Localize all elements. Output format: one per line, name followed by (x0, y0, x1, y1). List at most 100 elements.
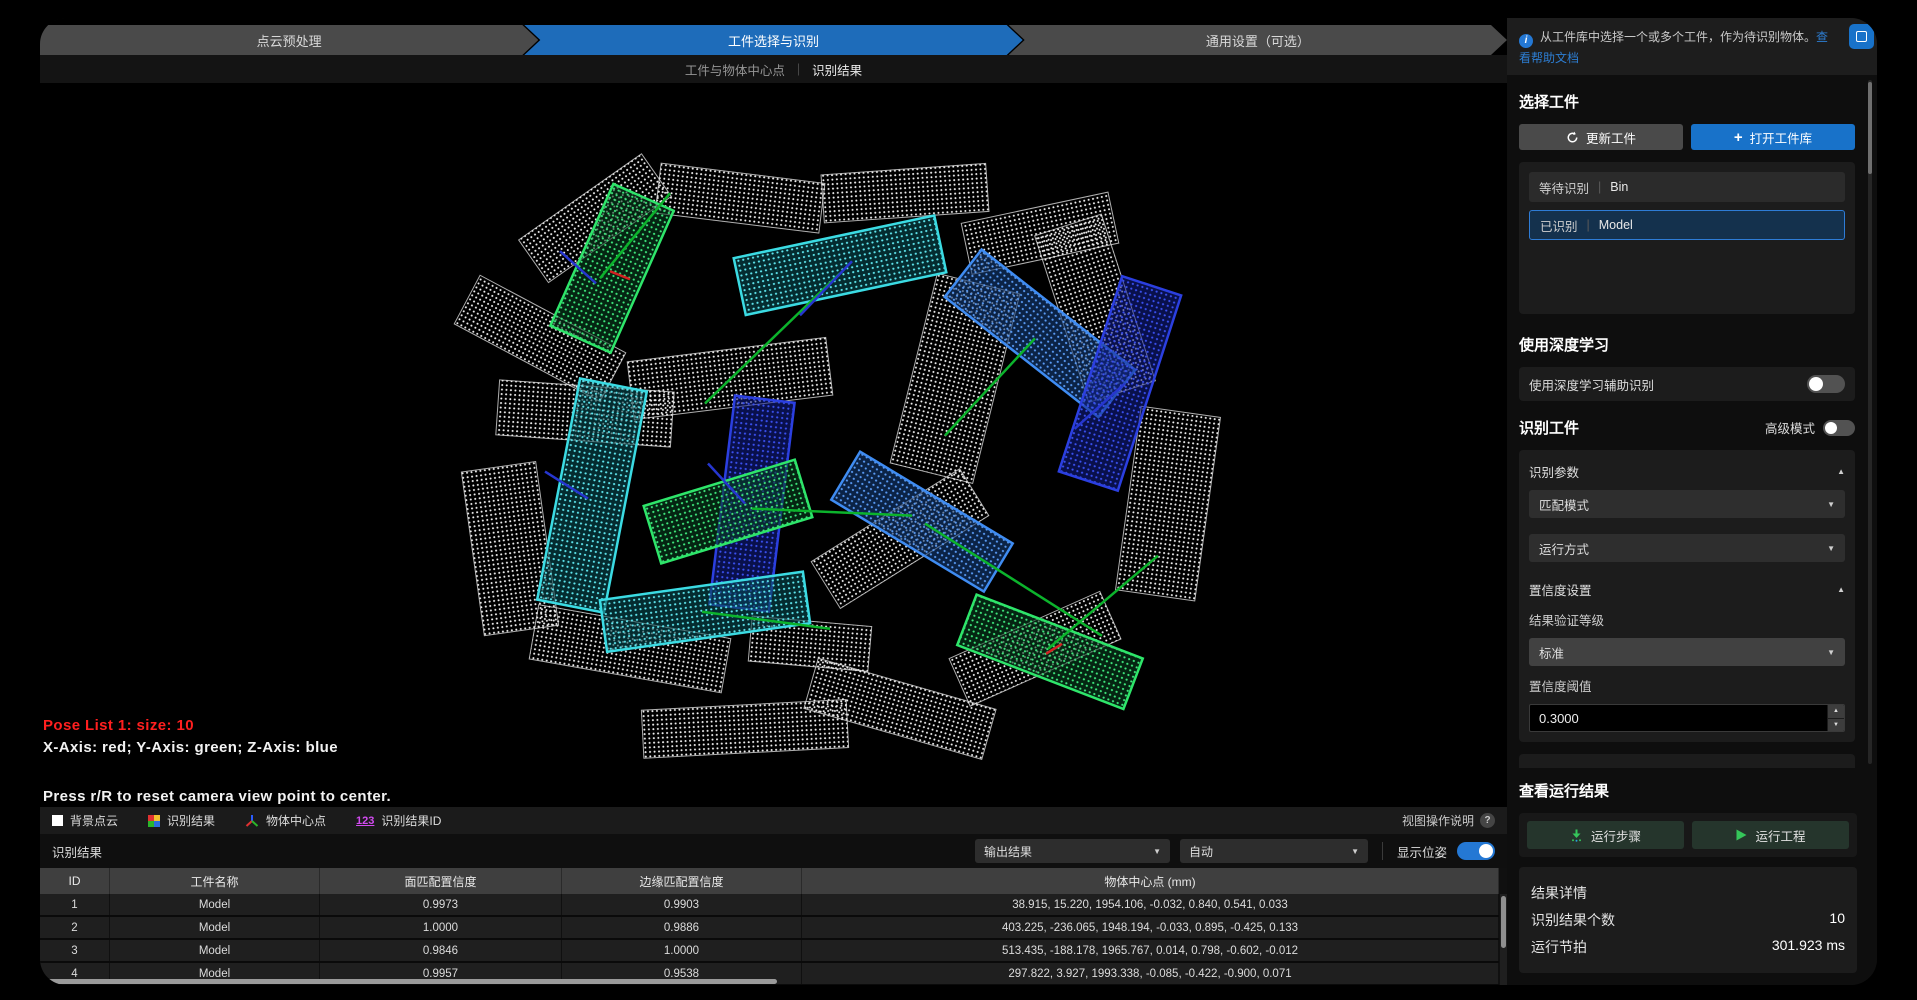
results-table-head: ID工件名称面匹配置信度边缘匹配置信度物体中心点 (mm) (40, 868, 1499, 894)
open-workpiece-library-button[interactable]: + 打开工件库 (1691, 124, 1855, 150)
confidence-threshold-spinbox[interactable]: 0.3000 ▲ ▼ (1529, 704, 1845, 732)
run-step-button[interactable]: 运行步骤 (1527, 821, 1684, 849)
item-divider: | (1598, 180, 1601, 194)
table-row[interactable]: 3Model0.98461.0000513.435, -188.178, 196… (40, 940, 1499, 963)
table-header-cell: 边缘匹配置信度 (562, 868, 802, 894)
select-workpiece-header: 选择工件 (1519, 91, 1855, 112)
recognition-params-group[interactable]: 识别参数 ▲ (1529, 460, 1845, 482)
button-label: 更新工件 (1586, 128, 1636, 147)
spin-down-button[interactable]: ▼ (1828, 719, 1844, 732)
reset-hint-text: Press r/R to reset camera view point to … (43, 788, 391, 805)
run-step-icon (1570, 829, 1583, 842)
doc-corner-button[interactable] (1849, 24, 1874, 49)
table-cell: 513.435, -188.178, 1965.767, 0.014, 0.79… (802, 940, 1499, 961)
axis-info-text: X-Axis: red; Y-Axis: green; Z-Axis: blue (43, 739, 391, 756)
workpiece-item-model[interactable]: 已识别 | Model (1529, 210, 1845, 240)
table-cell: Model (110, 894, 320, 915)
table-cell: 38.915, 15.220, 1954.106, -0.032, 0.840,… (802, 894, 1499, 915)
deep-learning-toggle[interactable] (1807, 375, 1845, 393)
sidebar-scrollbar[interactable] (1868, 80, 1872, 764)
table-cell: 0.9903 (562, 894, 802, 915)
refresh-icon (1566, 131, 1579, 144)
chevron-down-icon: ▼ (1827, 500, 1835, 509)
legend-label: 背景点云 (70, 812, 118, 829)
table-cell: 297.822, 3.927, 1993.338, -0.085, -0.422… (802, 963, 1499, 984)
result-count-label: 识别结果个数 (1531, 910, 1615, 930)
table-cell: 1.0000 (320, 917, 562, 938)
table-row[interactable]: 1Model0.99730.990338.915, 15.220, 1954.1… (40, 894, 1499, 917)
item-name: Model (1599, 218, 1633, 232)
subtab-recognition-result[interactable]: 识别结果 (812, 60, 862, 79)
show-pose-label: 显示位姿 (1397, 842, 1447, 861)
wizard-tabbar: 点云预处理 工件选择与识别 通用设置（可选） (40, 25, 1507, 55)
table-cell: 1.0000 (562, 940, 802, 961)
button-label: 打开工件库 (1750, 128, 1813, 147)
legend-label: 物体中心点 (266, 812, 326, 829)
run-project-button[interactable]: 运行工程 (1692, 821, 1849, 849)
multicolor-square-icon (148, 815, 160, 827)
play-icon (1735, 829, 1747, 841)
legend-background-cloud[interactable]: 背景点云 (52, 812, 118, 829)
legend-object-center[interactable]: 物体中心点 (245, 812, 326, 829)
button-label: 运行步骤 (1591, 826, 1641, 845)
table-cell: 2 (40, 917, 110, 938)
results-table: ID工件名称面匹配置信度边缘匹配置信度物体中心点 (mm) 1Model0.99… (40, 868, 1507, 985)
match-mode-dropdown[interactable]: 匹配模式 ▼ (1529, 490, 1845, 518)
table-vertical-scrollbar[interactable] (1500, 894, 1507, 985)
question-mark-icon[interactable]: ? (1480, 813, 1495, 828)
legend-recognition-result[interactable]: 识别结果 (148, 812, 215, 829)
table-row[interactable]: 2Model1.00000.9886403.225, -236.065, 194… (40, 917, 1499, 940)
view-help-control[interactable]: 视图操作说明 ? (1402, 812, 1495, 829)
sidebar-scroll-thumb[interactable] (1868, 82, 1872, 174)
item-status: 已识别 (1540, 216, 1578, 235)
show-pose-toggle[interactable] (1457, 842, 1495, 860)
chevron-down-icon: ▼ (1351, 847, 1359, 856)
tab-pointcloud-preprocess[interactable]: 点云预处理 (40, 25, 538, 55)
point-cloud-scene (40, 83, 1507, 807)
advanced-mode-toggle[interactable] (1823, 420, 1855, 436)
pose-list-text: Pose List 1: size: 10 (43, 717, 391, 734)
legend-result-id[interactable]: 123 识别结果ID (356, 812, 441, 829)
result-details-title: 结果详情 (1531, 883, 1587, 903)
spin-up-button[interactable]: ▲ (1828, 705, 1844, 718)
table-cell: 1 (40, 894, 110, 915)
dropdown-value: 匹配模式 (1539, 495, 1589, 514)
confidence-settings-group[interactable]: 置信度设置 ▲ (1529, 578, 1845, 600)
legend-label: 识别结果 (167, 812, 215, 829)
scroll-thumb[interactable] (1501, 896, 1506, 948)
table-header-cell: 工件名称 (110, 868, 320, 894)
dropdown-value: 输出结果 (984, 843, 1032, 860)
output-result-dropdown[interactable]: 输出结果 ▼ (975, 839, 1170, 863)
run-buttons-panel: 运行步骤 运行工程 (1519, 813, 1857, 857)
viewport-overlay: Pose List 1: size: 10 X-Axis: red; Y-Axi… (43, 717, 391, 805)
table-cell: Model (110, 940, 320, 961)
results-controls-bar: 识别结果 输出结果 ▼ 自动 ▼ 显示位姿 (40, 834, 1507, 868)
chevron-down-icon: ▼ (1153, 847, 1161, 856)
sidebar-scroll-area: 选择工件 更新工件 + 打开工件库 等待识别 | (1507, 75, 1877, 768)
update-workpiece-button[interactable]: 更新工件 (1519, 124, 1683, 150)
table-horizontal-scrollbar[interactable] (42, 979, 777, 984)
subtab-divider: | (797, 62, 800, 76)
toggle-knob (1809, 377, 1823, 391)
validation-level-dropdown[interactable]: 标准 ▼ (1529, 638, 1845, 666)
auto-dropdown[interactable]: 自动 ▼ (1180, 839, 1368, 863)
output-panel: 输出 ▲ (1519, 754, 1855, 768)
view-subtabs: 工件与物体中心点 | 识别结果 (40, 55, 1507, 83)
divider (1382, 842, 1383, 860)
table-header-cell: 物体中心点 (mm) (802, 868, 1499, 894)
run-mode-dropdown[interactable]: 运行方式 ▼ (1529, 534, 1845, 562)
group-label: 置信度设置 (1529, 580, 1592, 599)
chevron-up-icon: ▲ (1837, 585, 1845, 594)
workpiece-item-bin[interactable]: 等待识别 | Bin (1529, 172, 1845, 202)
dropdown-value: 运行方式 (1539, 539, 1589, 558)
deep-learning-toggle-row: 使用深度学习辅助识别 (1519, 367, 1855, 401)
subtab-workpiece-center[interactable]: 工件与物体中心点 (685, 60, 785, 79)
threshold-value[interactable]: 0.3000 (1530, 705, 1827, 731)
axes-icon (245, 814, 259, 827)
table-cell: 403.225, -236.065, 1948.194, -0.033, 0.8… (802, 917, 1499, 938)
point-cloud-viewport[interactable]: Pose List 1: size: 10 X-Axis: red; Y-Axi… (40, 83, 1507, 807)
tab-general-settings[interactable]: 通用设置（可选） (1009, 25, 1507, 55)
table-cell: 0.9973 (320, 894, 562, 915)
tab-workpiece-recognition[interactable]: 工件选择与识别 (524, 25, 1022, 55)
table-cell: 0.9886 (562, 917, 802, 938)
